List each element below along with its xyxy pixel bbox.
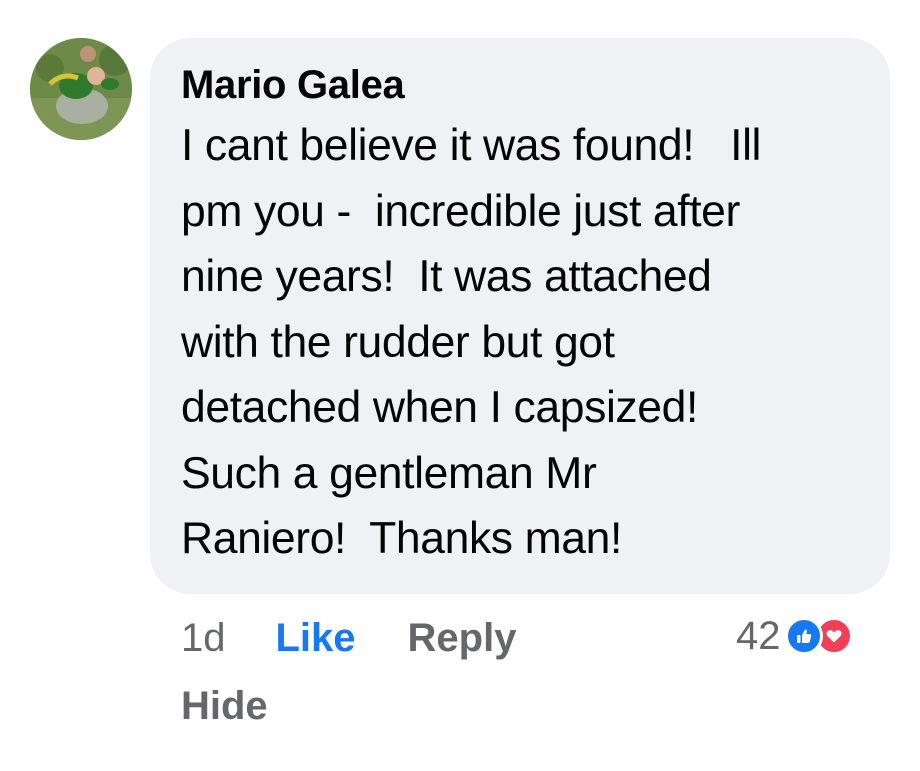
hide-button[interactable]: Hide [181, 681, 268, 731]
reaction-count: 42 [736, 614, 781, 658]
comment-actions: 1d Like Reply [181, 613, 516, 663]
comment-timestamp[interactable]: 1d [181, 613, 226, 663]
comment-text: I cant believe it was found! Ill pm you … [181, 121, 762, 563]
comment-bubble: Mario Galea I cant believe it was found!… [150, 38, 890, 594]
reactions-summary[interactable]: 42 [736, 611, 853, 661]
avatar[interactable] [30, 38, 132, 140]
like-button[interactable]: Like [276, 613, 356, 663]
comment-author[interactable]: Mario Galea [181, 60, 860, 110]
thumbs-up-icon [784, 617, 823, 655]
reply-button[interactable]: Reply [408, 613, 517, 663]
